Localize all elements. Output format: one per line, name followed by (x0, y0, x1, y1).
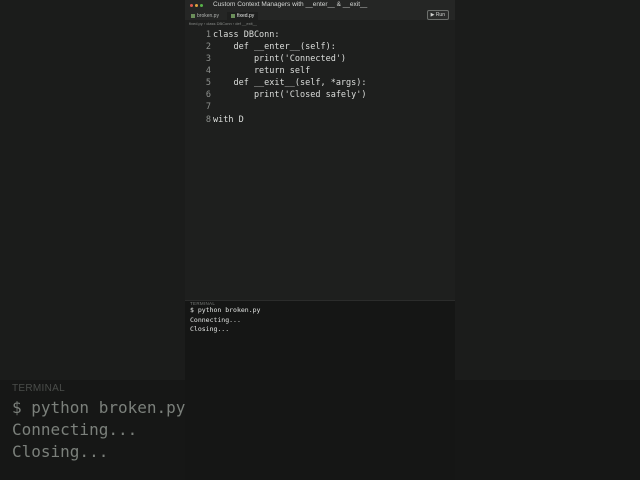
code-text: print('Connected') (213, 54, 347, 64)
terminal-line: $ python broken.py (190, 306, 261, 314)
code-text: print('Closed safely') (213, 90, 367, 100)
line-number: 2 (205, 42, 211, 52)
tab-fixed-py[interactable]: fixed.py (227, 12, 259, 20)
python-file-icon (231, 13, 235, 18)
terminal-line: Connecting... (190, 316, 241, 324)
code-line: 1 class DBConn: (185, 29, 455, 41)
ide-window: Custom Context Managers with __enter__ &… (185, 0, 455, 480)
background-terminal-label: TERMINAL (12, 383, 65, 394)
code-text: def __exit__(self, *args): (213, 78, 367, 88)
tab-label: broken.py (197, 13, 219, 19)
tab-bar: broken.py fixed.py (185, 12, 455, 20)
terminal-panel[interactable]: TERMINAL $ python broken.py Connecting..… (185, 300, 455, 480)
code-text: with D (213, 115, 244, 125)
line-number: 3 (205, 54, 211, 64)
line-number: 1 (205, 30, 211, 40)
code-line: 3 print('Connected') (185, 53, 455, 65)
close-dot-icon[interactable] (190, 4, 193, 7)
line-number: 6 (205, 90, 211, 100)
tab-label: fixed.py (237, 13, 255, 19)
line-number: 4 (205, 66, 211, 76)
code-text: def __enter__(self): (213, 42, 336, 52)
code-line: 8 with D (185, 114, 455, 126)
background-terminal-line: $ python broken.py (12, 398, 186, 417)
window-title: Custom Context Managers with __enter__ &… (213, 1, 368, 8)
terminal-line: Closing... (190, 325, 230, 333)
run-button[interactable]: ▶ Run (426, 10, 449, 20)
code-text: return self (213, 66, 311, 76)
code-text: class DBConn: (213, 30, 280, 40)
code-editor[interactable]: 1 class DBConn: 2 def __enter__(self): 3 … (185, 27, 455, 300)
maximize-dot-icon[interactable] (200, 4, 203, 7)
minimize-dot-icon[interactable] (195, 4, 198, 7)
background-terminal-line: Connecting... (12, 420, 138, 439)
code-line: 7 (185, 101, 455, 113)
background-terminal-line: Closing... (12, 442, 109, 461)
code-line: 4 return self (185, 65, 455, 77)
line-number: 8 (205, 115, 211, 125)
code-line: 6 print('Closed safely') (185, 89, 455, 101)
tab-broken-py[interactable]: broken.py (187, 12, 223, 20)
breadcrumb[interactable]: fixed.py › class DBConn › def __exit__ (189, 21, 257, 26)
title-bar: Custom Context Managers with __enter__ &… (185, 0, 455, 12)
python-file-icon (191, 13, 195, 18)
code-line: 5 def __exit__(self, *args): (185, 77, 455, 89)
code-line: 2 def __enter__(self): (185, 41, 455, 53)
line-number: 5 (205, 78, 211, 88)
line-number: 7 (205, 102, 211, 112)
